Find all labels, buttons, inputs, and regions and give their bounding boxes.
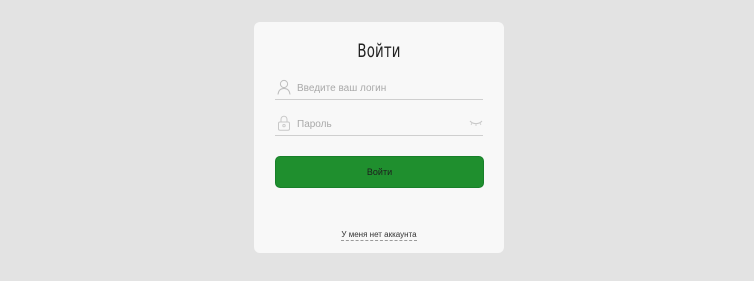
password-field[interactable] [275, 114, 483, 136]
login-input[interactable] [297, 80, 457, 96]
login-field[interactable] [275, 78, 483, 100]
no-account-link[interactable]: У меня нет аккаунта [341, 230, 417, 241]
login-button[interactable]: Войти [275, 156, 484, 188]
user-icon [277, 79, 291, 95]
login-card: Войти Войти У меня нет аккаунта [254, 22, 504, 253]
no-account-link-wrapper: У меня нет аккаунта [254, 230, 504, 241]
lock-icon [278, 115, 290, 131]
eye-closed-icon[interactable] [469, 118, 483, 128]
password-input[interactable] [297, 116, 457, 132]
page-title: Войти [357, 40, 401, 62]
